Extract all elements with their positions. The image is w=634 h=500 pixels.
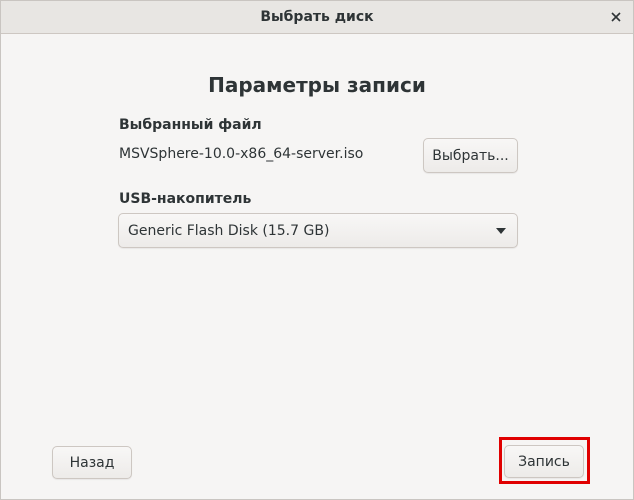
close-button[interactable] (605, 6, 627, 28)
titlebar: Выбрать диск (1, 1, 633, 34)
page-title: Параметры записи (208, 73, 426, 97)
usb-drive-label: USB-накопитель (119, 191, 252, 207)
selected-file-label: Выбранный файл (119, 117, 262, 133)
chevron-down-icon (496, 228, 506, 234)
back-button[interactable]: Назад (52, 446, 132, 479)
dialog-window: Выбрать диск Параметры записи Выбранный … (0, 0, 634, 500)
choose-file-button[interactable]: Выбрать... (423, 138, 518, 173)
usb-drive-selected: Generic Flash Disk (15.7 GB) (128, 223, 330, 239)
usb-drive-dropdown[interactable]: Generic Flash Disk (15.7 GB) (118, 213, 518, 248)
window-title: Выбрать диск (260, 9, 374, 25)
write-button[interactable]: Запись (504, 445, 584, 478)
selected-filename: MSVSphere-10.0-x86_64-server.iso (119, 146, 364, 162)
close-icon (610, 11, 622, 23)
